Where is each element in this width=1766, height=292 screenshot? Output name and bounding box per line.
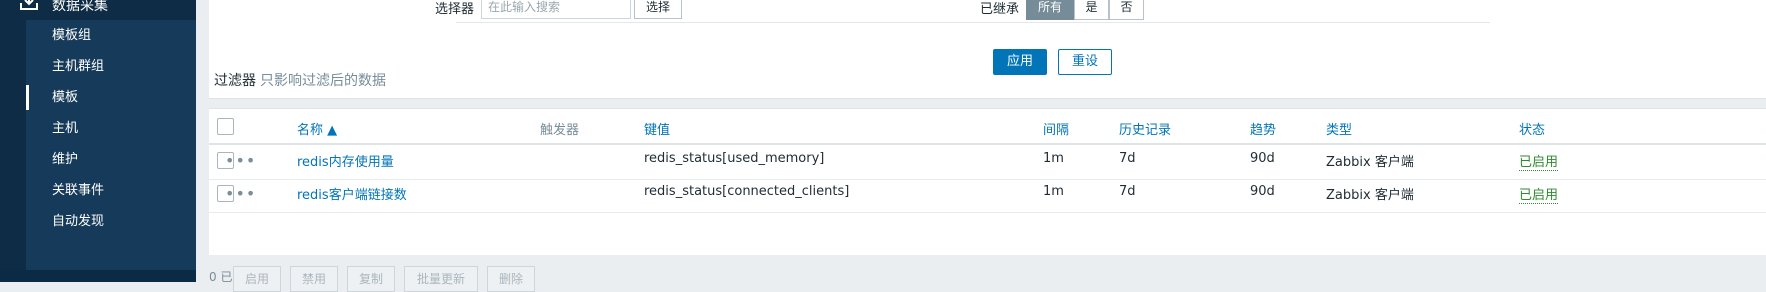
column-header-name[interactable]: 名称 ▲ xyxy=(297,119,337,138)
header-divider xyxy=(209,143,1766,145)
column-header-status[interactable]: 状态 xyxy=(1519,119,1545,138)
column-header-trends[interactable]: 趋势 xyxy=(1250,119,1276,138)
sidebar-item-label: 关联事件 xyxy=(52,183,105,198)
sidebar-item-label: 模板 xyxy=(52,90,79,105)
items-table: 名称 ▲ 触发器 键值 间隔 历史记录 趋势 类型 状态 ••• redis内存… xyxy=(209,108,1766,255)
more-options-icon[interactable]: ••• xyxy=(225,186,256,202)
sidebar-item-host-groups[interactable]: 主机群组 xyxy=(26,51,196,82)
inherited-segmented-control: 所有 是 否 xyxy=(1026,0,1144,20)
item-name-link[interactable]: redis客户端链接数 xyxy=(297,184,407,203)
status-badge[interactable]: 已启用 xyxy=(1519,184,1559,204)
inherited-option-all[interactable]: 所有 xyxy=(1026,0,1074,20)
enable-button[interactable]: 启用 xyxy=(233,266,281,292)
inherited-label: 已继承 xyxy=(980,2,1020,17)
item-interval: 1m xyxy=(1043,184,1064,199)
status-badge[interactable]: 已启用 xyxy=(1519,151,1559,171)
filter-tab-label: 过滤器 xyxy=(214,73,256,89)
sidebar-item-label: 维护 xyxy=(52,152,79,167)
item-trends: 90d xyxy=(1250,151,1275,166)
chevron-up-icon[interactable]: ⌃ xyxy=(168,0,177,8)
sidebar-item-label: 主机 xyxy=(52,121,79,136)
sidebar-item-event-correlation[interactable]: 关联事件 xyxy=(26,175,196,206)
bottom-action-bar: 0 已选 启用 禁用 复制 批量更新 删除 xyxy=(209,254,1766,292)
item-key: redis_status[used_memory] xyxy=(644,151,825,166)
filter-tab-hint: 只影响过滤后的数据 xyxy=(260,73,386,89)
mass-update-button[interactable]: 批量更新 xyxy=(404,266,478,292)
inherited-option-yes[interactable]: 是 xyxy=(1074,0,1109,20)
disable-button[interactable]: 禁用 xyxy=(290,266,338,292)
column-header-triggers: 触发器 xyxy=(540,123,580,138)
delete-button[interactable]: 删除 xyxy=(487,266,535,292)
sidebar-item-template-groups[interactable]: 模板组 xyxy=(26,20,196,51)
column-header-type[interactable]: 类型 xyxy=(1326,119,1352,138)
row-divider xyxy=(209,179,1766,180)
inherited-option-no[interactable]: 否 xyxy=(1109,0,1144,20)
filter-divider xyxy=(456,22,1490,23)
select-all-checkbox[interactable] xyxy=(217,118,234,135)
filter-field-label: 选择器 xyxy=(435,2,475,17)
item-name-link[interactable]: redis内存使用量 xyxy=(297,151,394,170)
sidebar-item-label: 自动发现 xyxy=(52,214,105,229)
sidebar-item-label: 模板组 xyxy=(52,28,92,43)
sidebar-item-hosts[interactable]: 主机 xyxy=(26,113,196,144)
sidebar-section-data-collection[interactable]: 数据采集 ⌃ xyxy=(0,0,196,20)
column-header-interval[interactable]: 间隔 xyxy=(1043,119,1069,138)
item-history: 7d xyxy=(1119,184,1136,199)
reset-button[interactable]: 重设 xyxy=(1058,49,1112,75)
column-header-history[interactable]: 历史记录 xyxy=(1119,119,1171,138)
item-interval: 1m xyxy=(1043,151,1064,166)
sidebar-item-templates[interactable]: 模板 xyxy=(26,82,196,113)
sidebar-bottom xyxy=(0,270,196,282)
apply-button[interactable]: 应用 xyxy=(993,49,1047,75)
row-divider xyxy=(209,212,1766,213)
item-type: Zabbix 客户端 xyxy=(1326,188,1414,203)
sidebar: 数据采集 ⌃ 模板组 主机群组 模板 主机 维护 关联事件 自动发现 xyxy=(0,0,196,282)
sidebar-item-label: 主机群组 xyxy=(52,59,105,74)
more-options-icon[interactable]: ••• xyxy=(225,153,256,169)
sidebar-item-maintenance[interactable]: 维护 xyxy=(26,144,196,175)
sidebar-item-discovery[interactable]: 自动发现 xyxy=(26,206,196,237)
column-header-key[interactable]: 键值 xyxy=(644,119,670,138)
sidebar-section-label: 数据采集 xyxy=(52,0,108,14)
sidebar-submenu: 模板组 主机群组 模板 主机 维护 关联事件 自动发现 xyxy=(26,20,196,270)
item-history: 7d xyxy=(1119,151,1136,166)
filter-panel: 选择器 在此输入搜索 选择 已继承 所有 是 否 xyxy=(209,0,1766,99)
filter-search-input[interactable]: 在此输入搜索 xyxy=(481,0,631,19)
item-trends: 90d xyxy=(1250,184,1275,199)
item-type: Zabbix 客户端 xyxy=(1326,155,1414,170)
item-key: redis_status[connected_clients] xyxy=(644,184,850,199)
filter-tab[interactable]: 过滤器 只影响过滤后的数据 xyxy=(214,70,386,90)
select-button[interactable]: 选择 xyxy=(634,0,682,19)
copy-button[interactable]: 复制 xyxy=(347,266,395,292)
download-icon xyxy=(20,0,38,10)
